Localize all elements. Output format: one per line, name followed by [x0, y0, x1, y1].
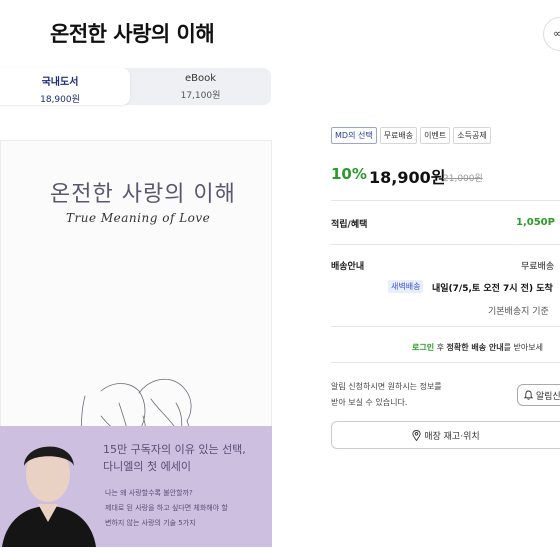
- reward-points[interactable]: 1,050P: [516, 217, 555, 228]
- alarm-signup-label: 알림신: [535, 392, 560, 402]
- tab-domestic-book-price: 18,900원: [40, 95, 80, 105]
- alarm-line1: 알림 신청하시면 원하시는 정보를: [331, 382, 442, 391]
- delivery-estimate: 내일(7/5,토 오전 7시 전) 도착: [432, 284, 553, 294]
- share-button[interactable]: ∞: [543, 17, 560, 51]
- badge-event[interactable]: 이벤트: [420, 127, 451, 144]
- original-price: 21,000원: [443, 174, 483, 184]
- badge-free-shipping[interactable]: 무료배송: [379, 127, 418, 144]
- sale-price: 18,900원: [369, 168, 446, 187]
- badge-md-pick[interactable]: MD의 선택: [331, 127, 377, 144]
- map-pin-icon: [412, 430, 422, 442]
- divider: [331, 200, 560, 201]
- store-stock-button[interactable]: 매장 재고·위치: [331, 421, 560, 449]
- divider: [331, 326, 560, 327]
- alarm-description: 알림 신청하시면 원하시는 정보를 받아 보실 수 있습니다.: [331, 379, 442, 411]
- tab-ebook[interactable]: eBook 17,100원: [130, 68, 271, 105]
- login-link[interactable]: 로그인: [412, 343, 434, 352]
- page-title: 온전한 사랑의 이해: [50, 22, 215, 46]
- alarm-line2: 받아 보실 수 있습니다.: [331, 398, 408, 407]
- dawn-delivery-badge: 새벽배송: [388, 280, 424, 293]
- alarm-signup-button[interactable]: 알림신: [517, 384, 560, 406]
- badge-tax-deduction[interactable]: 소득공제: [453, 127, 491, 144]
- default-address-text[interactable]: 기본배송지 기준: [488, 304, 549, 317]
- free-shipping-text: 무료배송: [521, 262, 555, 272]
- bell-icon: [523, 390, 534, 400]
- cover-subtitle: True Meaning of Love: [66, 211, 211, 225]
- cover-blurb-line2: 다니엘의 첫 에세이: [103, 460, 191, 473]
- benefits-label: 적립/혜택: [331, 220, 368, 230]
- cover-blurb-headline: 15만 구독자의 이유 있는 선택, 다니엘의 첫 에세이: [103, 441, 246, 475]
- tab-domestic-book[interactable]: 국내도서 18,900원: [0, 68, 130, 105]
- discount-rate: 10%: [331, 165, 367, 183]
- cover-blurb-line1: 15만 구독자의 이유 있는 선택,: [103, 443, 246, 456]
- login-notice-bold: 정확한 배송 안내: [446, 343, 504, 352]
- login-notice-tail: 를 받아보세: [503, 343, 543, 352]
- login-notice: 로그인 후 정확한 배송 안내를 받아보세: [412, 342, 543, 353]
- shipping-label: 배송안내: [331, 262, 365, 272]
- cover-body-line2: 제대로 된 사랑을 하고 싶다면 체화해야 할: [105, 504, 228, 512]
- author-photo: [2, 446, 96, 547]
- product-badges: MD의 선택 무료배송 이벤트 소득공제: [331, 127, 491, 144]
- cover-title: 온전한 사랑의 이해: [50, 182, 236, 207]
- divider: [331, 362, 560, 363]
- login-notice-text: 후: [434, 343, 447, 352]
- tab-ebook-label: eBook: [184, 73, 217, 84]
- cover-blurb-body: 나는 왜 사랑할수록 불안할까? 제대로 된 사랑을 하고 싶다면 체화해야 할…: [105, 486, 228, 531]
- cover-body-line1: 나는 왜 사랑할수록 불안할까?: [105, 489, 193, 497]
- store-stock-label: 매장 재고·위치: [424, 432, 480, 442]
- tab-ebook-price: 17,100원: [180, 91, 221, 101]
- format-tabs: 국내도서 18,900원 eBook 17,100원: [0, 68, 271, 105]
- divider: [331, 244, 560, 245]
- tab-domestic-book-label: 국내도서: [41, 77, 79, 88]
- share-button-label: ∞: [553, 27, 560, 40]
- cover-body-line3: 변하지 않는 사랑의 기술 5가지: [105, 519, 196, 527]
